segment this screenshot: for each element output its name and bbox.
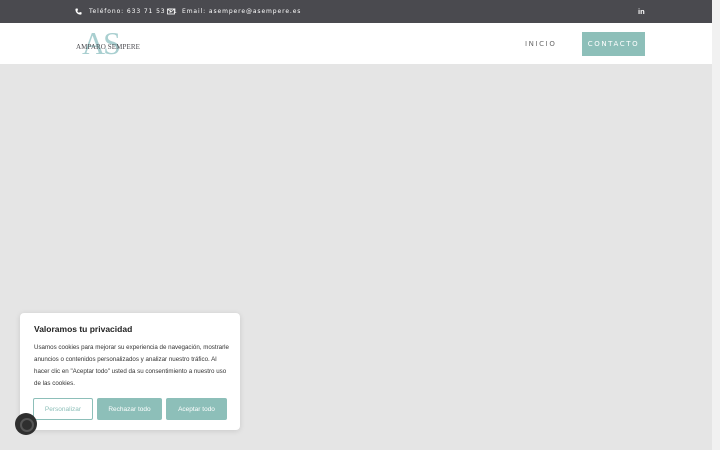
cookie-consent-banner: Valoramos tu privacidad Usamos cookies p… (20, 313, 240, 430)
site-logo[interactable]: AS AMPARO SEMPERE (76, 27, 140, 61)
reject-all-button[interactable]: Rechazar todo (97, 398, 162, 420)
accept-all-button[interactable]: Aceptar todo (166, 398, 227, 420)
top-contact-bar: Teléfono: 633 71 53 71 Email: asempere@a… (0, 0, 712, 23)
logo-name: AMPARO SEMPERE (76, 43, 140, 51)
email-contact[interactable]: Email: asempere@asempere.es (167, 0, 301, 23)
nav-link-inicio[interactable]: INICIO (525, 40, 556, 48)
cookie-body: Usamos cookies para mejorar su experienc… (34, 344, 229, 387)
phone-icon (75, 8, 82, 15)
phone-contact[interactable]: Teléfono: 633 71 53 71 (75, 0, 178, 23)
page-scrollbar[interactable] (712, 0, 720, 450)
customize-button[interactable]: Personalizar (33, 398, 93, 420)
phone-text: Teléfono: 633 71 53 71 (89, 8, 178, 15)
cookie-title: Valoramos tu privacidad (34, 324, 133, 334)
envelope-icon (167, 8, 175, 15)
cookie-revisit-icon[interactable] (15, 413, 37, 435)
site-header: AS AMPARO SEMPERE INICIO CONTACTO (0, 23, 712, 64)
email-text: Email: asempere@asempere.es (182, 8, 302, 15)
linkedin-icon[interactable]: in (638, 7, 645, 16)
contact-button[interactable]: CONTACTO (582, 32, 645, 56)
